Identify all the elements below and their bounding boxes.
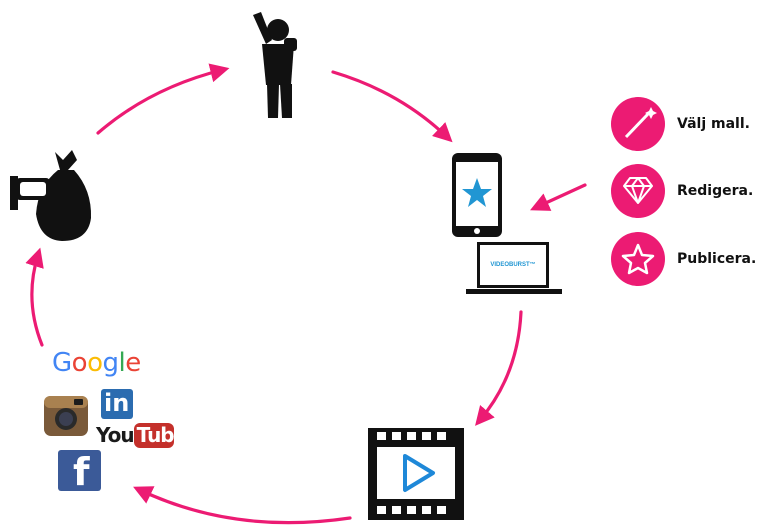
arrow-right bbox=[475, 310, 523, 426]
laptop-screen-text: VIDEOBURST™ bbox=[490, 262, 536, 268]
person-cheering-icon bbox=[253, 12, 297, 118]
arrow-top-left bbox=[96, 63, 230, 135]
laptop-icon bbox=[466, 242, 562, 294]
arrow-steps bbox=[530, 183, 587, 211]
step-label-publicera: Publicera. bbox=[677, 251, 757, 267]
instagram-icon bbox=[44, 396, 88, 436]
cycle-diagram bbox=[10, 12, 665, 525]
step-label-valj-mall: Välj mall. bbox=[677, 116, 750, 132]
step-circle-star bbox=[611, 232, 665, 286]
arrow-bottom bbox=[133, 486, 352, 525]
youtube-tube: Tube bbox=[136, 423, 188, 447]
facebook-text: f bbox=[73, 450, 90, 494]
step-circle-magic-wand bbox=[611, 97, 665, 151]
phone-icon bbox=[452, 153, 502, 237]
step-label-redigera: Redigera. bbox=[677, 183, 754, 199]
step-circle-diamond bbox=[611, 164, 665, 218]
linkedin-text: in bbox=[104, 389, 130, 417]
google-logo: Google bbox=[52, 348, 141, 378]
youtube-logo: You Tube bbox=[96, 423, 188, 448]
video-play-icon bbox=[368, 428, 464, 520]
arrow-top-right bbox=[331, 70, 453, 143]
youtube-you: You bbox=[96, 423, 135, 447]
arrow-left bbox=[25, 247, 44, 347]
money-bag-icon bbox=[10, 150, 92, 241]
